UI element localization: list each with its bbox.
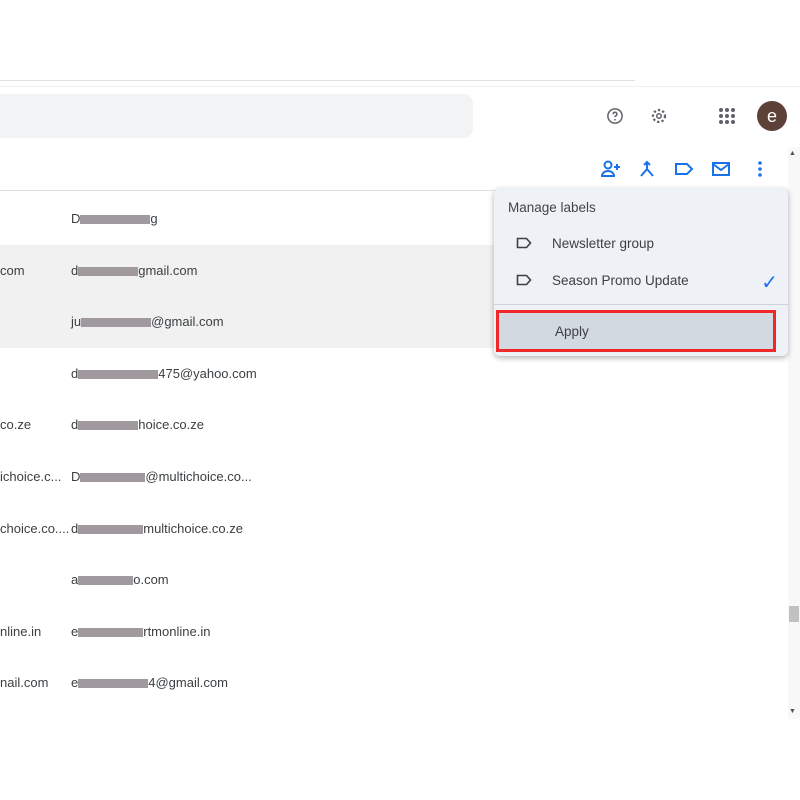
label-icon xyxy=(516,237,532,249)
add-contact-icon[interactable] xyxy=(600,158,622,180)
redaction xyxy=(80,215,151,225)
contact-name: ichoice.c... xyxy=(0,468,62,484)
email-suffix: hoice.co.ze xyxy=(138,417,204,433)
divider xyxy=(0,86,800,87)
redaction xyxy=(80,473,146,483)
email-icon[interactable] xyxy=(710,158,732,180)
email-suffix: gmail.com xyxy=(138,262,198,278)
email-suffix: 4@gmail.com xyxy=(148,675,228,691)
scroll-down-arrow[interactable]: ▼ xyxy=(789,708,796,715)
redaction xyxy=(81,318,152,328)
label-icon[interactable] xyxy=(673,158,695,180)
table-row[interactable]: nail.com e 4@gmail.com xyxy=(0,657,788,709)
avatar[interactable]: e xyxy=(757,101,787,131)
label-icon xyxy=(516,274,532,286)
menu-item-label: Season Promo Update xyxy=(552,273,689,288)
menu-item-label: Newsletter group xyxy=(552,236,655,251)
email-prefix: d xyxy=(71,365,79,381)
check-icon: ✓ xyxy=(761,272,778,294)
merge-icon[interactable] xyxy=(636,158,658,180)
contact-name: nail.com xyxy=(0,675,49,691)
table-row[interactable]: nline.in e rtmonline.in xyxy=(0,606,788,658)
settings-icon[interactable] xyxy=(647,104,671,128)
email-prefix: D xyxy=(71,211,81,226)
scroll-up-arrow[interactable]: ▲ xyxy=(789,150,796,157)
redaction xyxy=(78,627,144,637)
email-prefix: d xyxy=(71,520,79,536)
more-vert-icon[interactable] xyxy=(749,158,771,180)
contact-email: d 475@yahoo.com xyxy=(71,348,257,400)
email-prefix: d xyxy=(71,417,79,433)
email-prefix: ju xyxy=(71,314,82,330)
table-row[interactable]: choice.co.... d multichoice.co.ze xyxy=(0,503,788,555)
manage-labels-menu: Manage labels Newsletter group Season Pr… xyxy=(494,188,788,356)
email-prefix: e xyxy=(71,623,79,639)
table-row[interactable]: a o.com xyxy=(0,554,788,606)
divider xyxy=(0,80,635,81)
menu-item-newsletter-group[interactable]: Newsletter group xyxy=(494,226,788,262)
redaction xyxy=(78,679,149,689)
scrollbar[interactable] xyxy=(788,147,800,719)
help-icon[interactable] xyxy=(603,104,627,128)
email-suffix: multichoice.co.ze xyxy=(143,520,243,536)
contact-email: e rtmonline.in xyxy=(71,606,210,658)
apply-button[interactable]: Apply xyxy=(496,310,776,352)
divider xyxy=(494,304,788,305)
email-prefix: e xyxy=(71,675,79,691)
contact-email: Dg xyxy=(71,193,158,245)
contact-email: d hoice.co.ze xyxy=(71,399,204,451)
email-suffix: 475@yahoo.com xyxy=(158,365,257,381)
scrollbar-thumb[interactable] xyxy=(789,606,799,622)
redaction xyxy=(78,266,139,276)
email-prefix: a xyxy=(71,572,79,588)
contact-email: d gmail.com xyxy=(71,245,197,297)
email-prefix: D xyxy=(71,468,81,484)
email-suffix: @multichoice.co... xyxy=(145,468,252,484)
contact-email: ju @gmail.com xyxy=(71,296,224,348)
contact-name: com xyxy=(0,262,25,278)
search-input[interactable] xyxy=(0,94,473,138)
email-suffix: rtmonline.in xyxy=(143,623,211,639)
email-prefix: d xyxy=(71,262,79,278)
apps-icon[interactable] xyxy=(715,104,739,128)
menu-item-season-promo-update[interactable]: Season Promo Update ✓ xyxy=(494,263,788,299)
table-row[interactable]: co.ze d hoice.co.ze xyxy=(0,399,788,451)
contact-name: choice.co.... xyxy=(0,520,70,536)
contact-email: e 4@gmail.com xyxy=(71,657,228,709)
redaction xyxy=(78,524,144,534)
email-suffix: o.com xyxy=(133,572,169,588)
table-row[interactable]: ichoice.c... D @multichoice.co... xyxy=(0,451,788,503)
contact-email: D @multichoice.co... xyxy=(71,451,252,503)
redaction xyxy=(78,421,139,431)
contact-email: a o.com xyxy=(71,554,169,606)
redaction xyxy=(78,576,134,586)
email-suffix: g xyxy=(150,211,158,226)
contact-email: d multichoice.co.ze xyxy=(71,503,243,555)
apply-label: Apply xyxy=(555,324,589,339)
contact-name: nline.in xyxy=(0,623,42,639)
contact-name: co.ze xyxy=(0,417,32,433)
menu-title: Manage labels xyxy=(508,200,596,215)
email-suffix: @gmail.com xyxy=(151,314,224,330)
redaction xyxy=(78,369,159,379)
